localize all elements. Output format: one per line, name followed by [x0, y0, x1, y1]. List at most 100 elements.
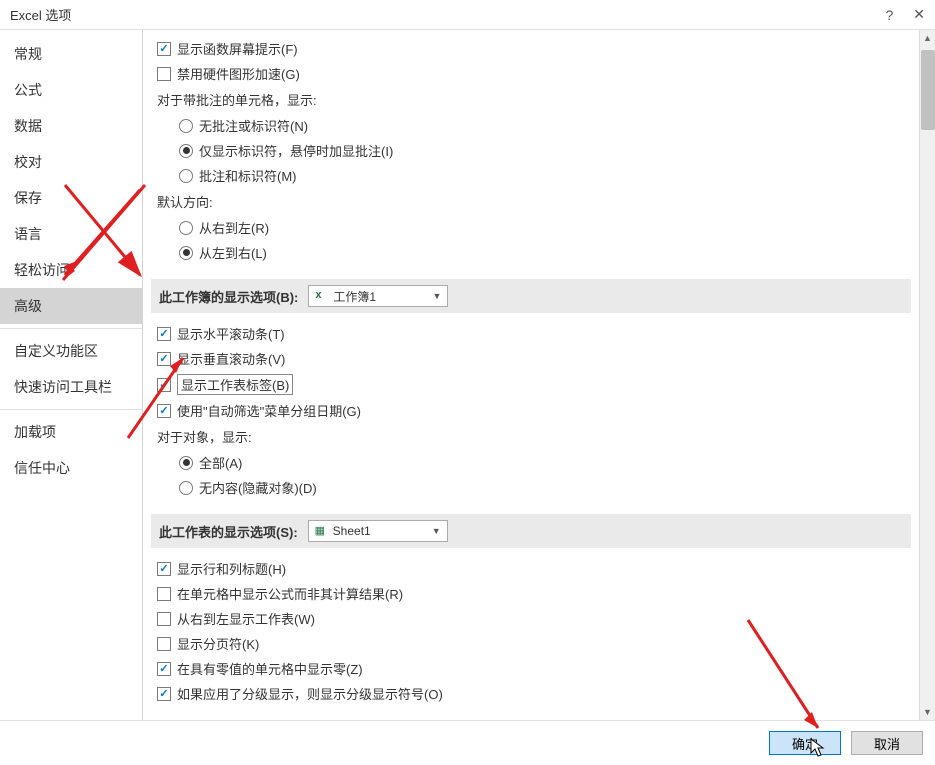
window-controls: ? ✕	[885, 6, 925, 23]
checkbox-show-formulas[interactable]	[157, 587, 171, 601]
option-label: 显示行和列标题(H)	[177, 559, 286, 578]
sidebar-item-trust[interactable]: 信任中心	[0, 450, 142, 486]
dropdown-value: Sheet1	[333, 524, 426, 538]
scroll-down-icon[interactable]: ▼	[920, 704, 935, 720]
option-label: 禁用硬件图形加速(G)	[177, 64, 300, 83]
titlebar: Excel 选项 ? ✕	[0, 0, 935, 30]
sidebar-item-proofing[interactable]: 校对	[0, 144, 142, 180]
radio-dir-ltr[interactable]	[179, 246, 193, 260]
checkbox-disable-hw-accel[interactable]	[157, 67, 171, 81]
sidebar-item-customize-ribbon[interactable]: 自定义功能区	[0, 333, 142, 369]
sidebar-item-advanced[interactable]: 高级	[0, 288, 142, 324]
checkbox-show-func-tips[interactable]	[157, 42, 171, 56]
ok-button[interactable]: 确定	[769, 731, 841, 755]
checkbox-show-zeros[interactable]	[157, 662, 171, 676]
option-row: 显示行和列标题(H)	[151, 556, 911, 581]
sidebar-item-language[interactable]: 语言	[0, 216, 142, 252]
option-label: 从右到左显示工作表(W)	[177, 609, 315, 628]
radio-obj-all[interactable]	[179, 456, 193, 470]
radio-comment-none[interactable]	[179, 119, 193, 133]
option-label: 从右到左(R)	[199, 218, 269, 237]
option-row: 显示函数屏幕提示(F)	[151, 36, 911, 61]
option-label: 如果应用了分级显示，则显示分级显示符号(O)	[177, 684, 443, 703]
cancel-button[interactable]: 取消	[851, 731, 923, 755]
section-header-worksheet: 此工作表的显示选项(S): ▦ Sheet1 ▼	[151, 514, 911, 548]
option-label: 全部(A)	[199, 453, 242, 472]
help-icon[interactable]: ?	[885, 7, 893, 23]
checkbox-show-vscroll[interactable]	[157, 352, 171, 366]
dropdown-value: 工作簿1	[333, 288, 426, 305]
dropdown-worksheet[interactable]: ▦ Sheet1 ▼	[308, 520, 448, 542]
option-row: 如果应用了分级显示，则显示分级显示符号(O)	[151, 681, 911, 706]
radio-dir-rtl[interactable]	[179, 221, 193, 235]
option-label: 使用"自动筛选"菜单分组日期(G)	[177, 401, 361, 420]
content-panel: 显示函数屏幕提示(F) 禁用硬件图形加速(G) 对于带批注的单元格，显示: 无批…	[143, 30, 935, 720]
dropdown-workbook[interactable]: x 工作簿1 ▼	[308, 285, 448, 307]
main-area: 常规 公式 数据 校对 保存 语言 轻松访问 高级 自定义功能区 快速访问工具栏…	[0, 30, 935, 720]
chevron-down-icon: ▼	[432, 291, 441, 301]
radio-comment-indicator[interactable]	[179, 144, 193, 158]
option-label: 显示水平滚动条(T)	[177, 324, 285, 343]
sidebar-item-general[interactable]: 常规	[0, 36, 142, 72]
option-row: 无内容(隐藏对象)(D)	[151, 475, 911, 500]
section-title: 此工作簿的显示选项(B):	[159, 287, 298, 306]
option-row: 仅显示标识符，悬停时加显批注(I)	[151, 138, 911, 163]
window-title: Excel 选项	[10, 5, 71, 24]
option-row: 从右到左显示工作表(W)	[151, 606, 911, 631]
option-label: 显示工作表标签(B)	[177, 374, 293, 395]
option-label: 显示函数屏幕提示(F)	[177, 39, 298, 58]
radio-comment-both[interactable]	[179, 169, 193, 183]
excel-icon: x	[315, 289, 329, 303]
sidebar-item-data[interactable]: 数据	[0, 108, 142, 144]
scroll-up-icon[interactable]: ▲	[920, 30, 935, 46]
option-row: 从右到左(R)	[151, 215, 911, 240]
checkbox-show-page-breaks[interactable]	[157, 637, 171, 651]
checkbox-autofilter-group[interactable]	[157, 404, 171, 418]
option-row: 全部(A)	[151, 450, 911, 475]
vertical-scrollbar[interactable]: ▲ ▼	[919, 30, 935, 720]
chevron-down-icon: ▼	[432, 526, 441, 536]
group-label-direction: 默认方向:	[151, 188, 911, 215]
checkbox-show-hscroll[interactable]	[157, 327, 171, 341]
option-row: 显示垂直滚动条(V)	[151, 346, 911, 371]
option-row: 显示水平滚动条(T)	[151, 321, 911, 346]
sidebar-separator	[0, 328, 142, 329]
option-row: 批注和标识符(M)	[151, 163, 911, 188]
sidebar-item-addins[interactable]: 加载项	[0, 414, 142, 450]
option-label: 在具有零值的单元格中显示零(Z)	[177, 659, 363, 678]
sidebar-item-qat[interactable]: 快速访问工具栏	[0, 369, 142, 405]
checkbox-show-outline[interactable]	[157, 687, 171, 701]
option-row: 使用"自动筛选"菜单分组日期(G)	[151, 398, 911, 423]
option-row: 无批注或标识符(N)	[151, 113, 911, 138]
option-label: 显示分页符(K)	[177, 634, 259, 653]
option-row: 显示分页符(K)	[151, 631, 911, 656]
content-wrap: 显示函数屏幕提示(F) 禁用硬件图形加速(G) 对于带批注的单元格，显示: 无批…	[143, 30, 935, 720]
option-label: 在单元格中显示公式而非其计算结果(R)	[177, 584, 403, 603]
option-label: 仅显示标识符，悬停时加显批注(I)	[199, 141, 393, 160]
close-icon[interactable]: ✕	[913, 6, 925, 23]
option-row: 在单元格中显示公式而非其计算结果(R)	[151, 581, 911, 606]
option-row: 禁用硬件图形加速(G)	[151, 61, 911, 86]
section-header-workbook: 此工作簿的显示选项(B): x 工作簿1 ▼	[151, 279, 911, 313]
option-row: 显示工作表标签(B)	[151, 371, 911, 398]
option-label: 无内容(隐藏对象)(D)	[199, 478, 317, 497]
option-label: 显示垂直滚动条(V)	[177, 349, 285, 368]
option-label: 批注和标识符(M)	[199, 166, 297, 185]
sidebar: 常规 公式 数据 校对 保存 语言 轻松访问 高级 自定义功能区 快速访问工具栏…	[0, 30, 143, 720]
group-label-objects: 对于对象，显示:	[151, 423, 911, 450]
dialog-footer: 确定 取消	[0, 720, 935, 765]
option-row: 从左到右(L)	[151, 240, 911, 265]
checkbox-show-rtl-sheet[interactable]	[157, 612, 171, 626]
sidebar-item-formulas[interactable]: 公式	[0, 72, 142, 108]
section-title: 此工作表的显示选项(S):	[159, 522, 298, 541]
sidebar-separator	[0, 409, 142, 410]
sidebar-item-accessibility[interactable]: 轻松访问	[0, 252, 142, 288]
checkbox-show-headers[interactable]	[157, 562, 171, 576]
scrollbar-thumb[interactable]	[921, 50, 935, 130]
sidebar-item-save[interactable]: 保存	[0, 180, 142, 216]
option-label: 无批注或标识符(N)	[199, 116, 308, 135]
radio-obj-none[interactable]	[179, 481, 193, 495]
checkbox-show-sheet-tabs[interactable]	[157, 378, 171, 392]
sheet-icon: ▦	[315, 524, 329, 538]
group-label-comments: 对于带批注的单元格，显示:	[151, 86, 911, 113]
